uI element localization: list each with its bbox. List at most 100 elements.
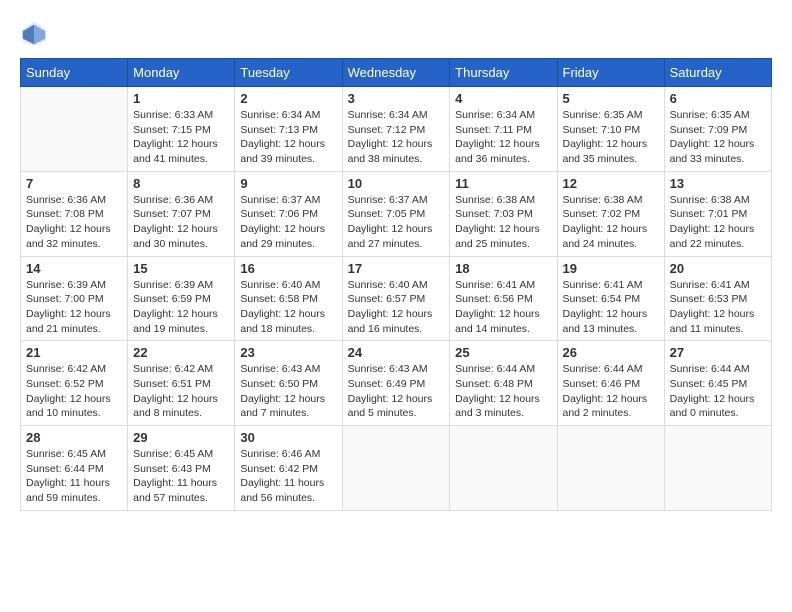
- day-info: Sunrise: 6:34 AM Sunset: 7:12 PM Dayligh…: [348, 108, 445, 167]
- calendar-table: SundayMondayTuesdayWednesdayThursdayFrid…: [20, 58, 772, 511]
- day-number: 23: [240, 345, 336, 360]
- day-number: 20: [670, 261, 766, 276]
- calendar-cell: 16 Sunrise: 6:40 AM Sunset: 6:58 PM Dayli…: [235, 256, 342, 341]
- calendar-cell: 27 Sunrise: 6:44 AM Sunset: 6:45 PM Dayli…: [664, 341, 771, 426]
- calendar-cell: 24Sunrise: 6:43 AM Sunset: 6:49 PM Dayli…: [342, 341, 450, 426]
- calendar-week-row: 1 Sunrise: 6:33 AM Sunset: 7:15 PM Daylig…: [21, 87, 772, 172]
- day-info: Sunrise: 6:34 AM Sunset: 7:13 PM Dayligh…: [240, 108, 336, 167]
- calendar-cell: 20Sunrise: 6:41 AM Sunset: 6:53 PM Dayli…: [664, 256, 771, 341]
- day-header-monday: Monday: [128, 59, 235, 87]
- calendar-cell: 9 Sunrise: 6:37 AM Sunset: 7:06 PM Daylig…: [235, 171, 342, 256]
- day-number: 29: [133, 430, 229, 445]
- calendar-cell: 18 Sunrise: 6:41 AM Sunset: 6:56 PM Dayli…: [450, 256, 557, 341]
- day-info: Sunrise: 6:34 AM Sunset: 7:11 PM Dayligh…: [455, 108, 551, 167]
- day-info: Sunrise: 6:46 AM Sunset: 6:42 PM Dayligh…: [240, 447, 336, 506]
- day-number: 8: [133, 176, 229, 191]
- calendar-body: 1 Sunrise: 6:33 AM Sunset: 7:15 PM Daylig…: [21, 87, 772, 511]
- day-number: 7: [26, 176, 122, 191]
- calendar-cell: 17 Sunrise: 6:40 AM Sunset: 6:57 PM Dayli…: [342, 256, 450, 341]
- calendar-cell: 14 Sunrise: 6:39 AM Sunset: 7:00 PM Dayli…: [21, 256, 128, 341]
- calendar-week-row: 28Sunrise: 6:45 AM Sunset: 6:44 PM Dayli…: [21, 426, 772, 511]
- calendar-cell: 29 Sunrise: 6:45 AM Sunset: 6:43 PM Dayli…: [128, 426, 235, 511]
- day-info: Sunrise: 6:42 AM Sunset: 6:52 PM Dayligh…: [26, 362, 122, 421]
- logo-icon: [20, 20, 48, 48]
- calendar-cell: 1 Sunrise: 6:33 AM Sunset: 7:15 PM Daylig…: [128, 87, 235, 172]
- day-info: Sunrise: 6:39 AM Sunset: 7:00 PM Dayligh…: [26, 278, 122, 337]
- calendar-cell: 15Sunrise: 6:39 AM Sunset: 6:59 PM Dayli…: [128, 256, 235, 341]
- calendar-cell: 28Sunrise: 6:45 AM Sunset: 6:44 PM Dayli…: [21, 426, 128, 511]
- day-number: 11: [455, 176, 551, 191]
- day-info: Sunrise: 6:36 AM Sunset: 7:08 PM Dayligh…: [26, 193, 122, 252]
- day-info: Sunrise: 6:41 AM Sunset: 6:56 PM Dayligh…: [455, 278, 551, 337]
- calendar-cell: [450, 426, 557, 511]
- day-number: 22: [133, 345, 229, 360]
- calendar-cell: 26 Sunrise: 6:44 AM Sunset: 6:46 PM Dayli…: [557, 341, 664, 426]
- calendar-cell: 23 Sunrise: 6:43 AM Sunset: 6:50 PM Dayli…: [235, 341, 342, 426]
- day-header-saturday: Saturday: [664, 59, 771, 87]
- day-number: 10: [348, 176, 445, 191]
- day-info: Sunrise: 6:37 AM Sunset: 7:05 PM Dayligh…: [348, 193, 445, 252]
- calendar-cell: 13 Sunrise: 6:38 AM Sunset: 7:01 PM Dayli…: [664, 171, 771, 256]
- day-info: Sunrise: 6:44 AM Sunset: 6:48 PM Dayligh…: [455, 362, 551, 421]
- day-number: 16: [240, 261, 336, 276]
- calendar-cell: 5 Sunrise: 6:35 AM Sunset: 7:10 PM Daylig…: [557, 87, 664, 172]
- day-number: 5: [563, 91, 659, 106]
- calendar-header-row: SundayMondayTuesdayWednesdayThursdayFrid…: [21, 59, 772, 87]
- day-header-sunday: Sunday: [21, 59, 128, 87]
- day-number: 1: [133, 91, 229, 106]
- calendar-cell: 8 Sunrise: 6:36 AM Sunset: 7:07 PM Daylig…: [128, 171, 235, 256]
- day-number: 4: [455, 91, 551, 106]
- day-info: Sunrise: 6:35 AM Sunset: 7:09 PM Dayligh…: [670, 108, 766, 167]
- calendar-cell: 11 Sunrise: 6:38 AM Sunset: 7:03 PM Dayli…: [450, 171, 557, 256]
- day-number: 17: [348, 261, 445, 276]
- calendar-cell: [342, 426, 450, 511]
- day-info: Sunrise: 6:41 AM Sunset: 6:54 PM Dayligh…: [563, 278, 659, 337]
- day-number: 6: [670, 91, 766, 106]
- day-number: 21: [26, 345, 122, 360]
- calendar-cell: 30 Sunrise: 6:46 AM Sunset: 6:42 PM Dayli…: [235, 426, 342, 511]
- day-number: 30: [240, 430, 336, 445]
- calendar-cell: [557, 426, 664, 511]
- calendar-cell: 4 Sunrise: 6:34 AM Sunset: 7:11 PM Daylig…: [450, 87, 557, 172]
- day-number: 25: [455, 345, 551, 360]
- day-number: 26: [563, 345, 659, 360]
- logo: [20, 20, 50, 48]
- day-info: Sunrise: 6:43 AM Sunset: 6:49 PM Dayligh…: [348, 362, 445, 421]
- day-number: 2: [240, 91, 336, 106]
- calendar-cell: 22 Sunrise: 6:42 AM Sunset: 6:51 PM Dayli…: [128, 341, 235, 426]
- calendar-cell: 10 Sunrise: 6:37 AM Sunset: 7:05 PM Dayli…: [342, 171, 450, 256]
- day-info: Sunrise: 6:35 AM Sunset: 7:10 PM Dayligh…: [563, 108, 659, 167]
- day-number: 12: [563, 176, 659, 191]
- day-header-thursday: Thursday: [450, 59, 557, 87]
- day-number: 9: [240, 176, 336, 191]
- calendar-cell: [21, 87, 128, 172]
- calendar-week-row: 7 Sunrise: 6:36 AM Sunset: 7:08 PM Daylig…: [21, 171, 772, 256]
- day-header-tuesday: Tuesday: [235, 59, 342, 87]
- day-info: Sunrise: 6:37 AM Sunset: 7:06 PM Dayligh…: [240, 193, 336, 252]
- calendar-week-row: 21 Sunrise: 6:42 AM Sunset: 6:52 PM Dayli…: [21, 341, 772, 426]
- calendar-week-row: 14 Sunrise: 6:39 AM Sunset: 7:00 PM Dayli…: [21, 256, 772, 341]
- day-info: Sunrise: 6:38 AM Sunset: 7:01 PM Dayligh…: [670, 193, 766, 252]
- day-header-friday: Friday: [557, 59, 664, 87]
- calendar-cell: 21 Sunrise: 6:42 AM Sunset: 6:52 PM Dayli…: [21, 341, 128, 426]
- day-info: Sunrise: 6:42 AM Sunset: 6:51 PM Dayligh…: [133, 362, 229, 421]
- day-number: 18: [455, 261, 551, 276]
- day-number: 13: [670, 176, 766, 191]
- day-info: Sunrise: 6:45 AM Sunset: 6:43 PM Dayligh…: [133, 447, 229, 506]
- day-number: 27: [670, 345, 766, 360]
- day-info: Sunrise: 6:39 AM Sunset: 6:59 PM Dayligh…: [133, 278, 229, 337]
- day-info: Sunrise: 6:33 AM Sunset: 7:15 PM Dayligh…: [133, 108, 229, 167]
- day-info: Sunrise: 6:45 AM Sunset: 6:44 PM Dayligh…: [26, 447, 122, 506]
- day-info: Sunrise: 6:36 AM Sunset: 7:07 PM Dayligh…: [133, 193, 229, 252]
- day-info: Sunrise: 6:40 AM Sunset: 6:58 PM Dayligh…: [240, 278, 336, 337]
- day-info: Sunrise: 6:43 AM Sunset: 6:50 PM Dayligh…: [240, 362, 336, 421]
- day-info: Sunrise: 6:38 AM Sunset: 7:03 PM Dayligh…: [455, 193, 551, 252]
- calendar-cell: 19Sunrise: 6:41 AM Sunset: 6:54 PM Dayli…: [557, 256, 664, 341]
- day-info: Sunrise: 6:38 AM Sunset: 7:02 PM Dayligh…: [563, 193, 659, 252]
- calendar-cell: 3Sunrise: 6:34 AM Sunset: 7:12 PM Daylig…: [342, 87, 450, 172]
- day-number: 14: [26, 261, 122, 276]
- calendar-cell: 7 Sunrise: 6:36 AM Sunset: 7:08 PM Daylig…: [21, 171, 128, 256]
- day-info: Sunrise: 6:40 AM Sunset: 6:57 PM Dayligh…: [348, 278, 445, 337]
- day-info: Sunrise: 6:44 AM Sunset: 6:46 PM Dayligh…: [563, 362, 659, 421]
- day-info: Sunrise: 6:44 AM Sunset: 6:45 PM Dayligh…: [670, 362, 766, 421]
